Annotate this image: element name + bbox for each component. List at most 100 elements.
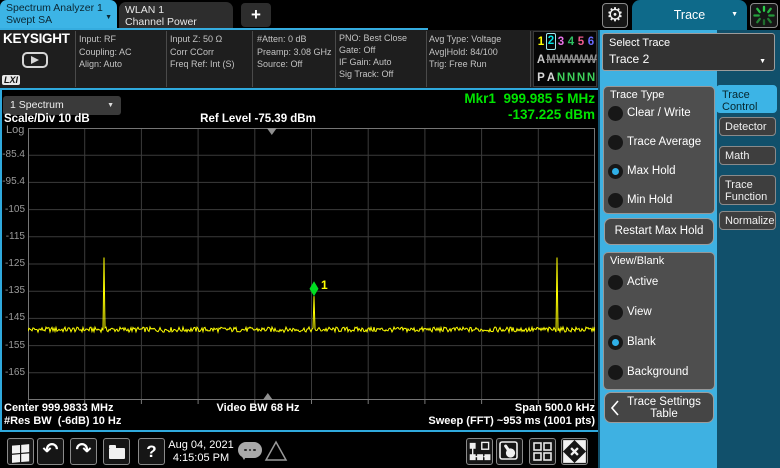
radio-indicator	[608, 135, 623, 150]
window-layout-button[interactable]	[529, 438, 556, 465]
meas-col-input-z[interactable]: Input Z: 50 Ω Corr CCorr Freq Ref: Int (…	[170, 33, 250, 71]
center-freq-label[interactable]: Center 999.9833 MHz	[4, 402, 113, 414]
trace-legend-cell: 4	[566, 33, 576, 51]
radio-blank[interactable]: Blank	[608, 329, 656, 355]
trace-legend-cell: W	[556, 51, 566, 69]
y-axis-label: -165	[0, 367, 25, 378]
trace-legend-cell: W	[566, 51, 576, 69]
radio-indicator	[608, 335, 623, 350]
y-axis-label: -95.4	[0, 176, 25, 187]
spectrum-plot-svg: 1	[28, 128, 595, 406]
redo-button[interactable]: ↷	[70, 438, 97, 465]
radio-max-hold[interactable]: Max Hold	[608, 158, 676, 184]
busy-spinner-icon	[751, 4, 777, 27]
chevron-down-icon: ▼	[731, 0, 738, 30]
view-blank-group: View/Blank Active View Blank Background	[603, 252, 715, 390]
trace-legend-cell: N	[586, 69, 596, 87]
touch-mode-button[interactable]	[496, 438, 523, 465]
touch-hand-icon	[497, 439, 522, 464]
menu-tab-normalize[interactable]: Normalize	[719, 211, 776, 230]
windows-start-button[interactable]	[7, 438, 34, 465]
undo-button[interactable]: ↶	[37, 438, 64, 465]
system-toolbar: ↶ ↷ ? Aug 04, 2021 4:15:05 PM	[0, 432, 598, 468]
keysight-logo: KEYSIGHT	[3, 31, 70, 46]
menu-tab-trace-function[interactable]: Trace Function	[719, 175, 776, 205]
trace-legend-cell: 2	[546, 33, 556, 50]
ref-level-label[interactable]: Ref Level -75.39 dBm	[100, 113, 416, 125]
menu-tab-math[interactable]: Math	[719, 146, 776, 165]
settings-gear-button[interactable]: ⚙	[602, 3, 628, 28]
trace-legend-cell: N	[576, 69, 586, 87]
meas-col-avg[interactable]: Avg Type: Voltage Avg|Hold: 84/100 Trig:…	[429, 33, 528, 71]
meas-col-atten[interactable]: #Atten: 0 dB Preamp: 3.08 GHz Source: Of…	[257, 33, 333, 71]
tab-spectrum-analyzer[interactable]: Spectrum Analyzer 1 Swept SA ▼	[0, 0, 117, 28]
trace-legend-cell: 5	[576, 33, 586, 51]
meas-col-input[interactable]: Input: RF Coupling: AC Align: Auto	[79, 33, 163, 71]
span-label[interactable]: Span 500.0 kHz	[515, 402, 595, 414]
divider	[530, 31, 531, 87]
top-axis-indicator	[267, 128, 277, 135]
redo-icon: ↷	[76, 440, 92, 461]
radio-active[interactable]: Active	[608, 269, 658, 295]
radio-indicator	[608, 365, 623, 380]
screen-tab-bar: Spectrum Analyzer 1 Swept SA ▼ WLAN 1 Ch…	[0, 0, 598, 28]
remote-display-icon	[22, 52, 48, 68]
radio-trace-average[interactable]: Trace Average	[608, 129, 701, 155]
divider	[252, 31, 253, 87]
trace-legend-cell: N	[556, 69, 566, 87]
chevron-down-icon: ▼	[105, 12, 112, 24]
spectrum-plot[interactable]: 1	[28, 128, 595, 406]
divider	[75, 31, 76, 87]
trace-legend-types: AMWWWW	[536, 51, 596, 69]
radio-indicator	[608, 193, 623, 208]
radio-clear-write[interactable]: Clear / Write	[608, 100, 691, 126]
lxi-badge: LXI	[2, 75, 20, 85]
measurement-bar: KEYSIGHT LXI Input: RF Coupling: AC Alig…	[0, 30, 598, 88]
trace-legend[interactable]: 123456 AMWWWW PANNNN	[533, 31, 597, 87]
trace-settings-table-button[interactable]: Trace Settings Table	[604, 392, 714, 423]
annunciator-triangle-icon	[264, 440, 288, 462]
file-button[interactable]	[103, 438, 130, 465]
radio-background[interactable]: Background	[608, 359, 688, 385]
trace-type-group: Trace Type Clear / Write Trace Average M…	[603, 86, 715, 214]
menu-tab-trace-control[interactable]: Trace Control	[716, 85, 777, 113]
restart-max-hold-button[interactable]: Restart Max Hold	[604, 218, 714, 245]
trace-legend-cell: W	[576, 51, 586, 69]
tab-subtitle: Channel Power	[125, 16, 227, 28]
marker-1-diamond	[309, 281, 318, 296]
datetime-display: Aug 04, 2021 4:15:05 PM	[168, 439, 234, 465]
sequence-icon	[467, 439, 492, 464]
spectrum-display: 1 Spectrum ▼ Mkr1 999.985 5 MHz -137.225…	[0, 88, 598, 432]
meas-col-pno[interactable]: PNO: Best Close Gate: Off IF Gain: Auto …	[339, 32, 424, 80]
trace-legend-cell: W	[586, 51, 596, 69]
sequencer-button[interactable]	[466, 438, 493, 465]
sweep-label[interactable]: Sweep (FFT) ~953 ms (1001 pts)	[428, 415, 595, 427]
res-bw-label[interactable]: #Res BW (-6dB) 10 Hz	[4, 415, 121, 427]
busy-indicator-button[interactable]	[750, 3, 778, 28]
help-button[interactable]: ?	[138, 438, 165, 465]
radio-min-hold[interactable]: Min Hold	[608, 187, 672, 213]
radio-view[interactable]: View	[608, 299, 652, 325]
undo-icon: ↶	[43, 440, 59, 461]
tab-subtitle: Swept SA	[6, 14, 111, 26]
add-screen-button[interactable]: +	[241, 3, 271, 27]
video-bw-label[interactable]: Video BW 68 Hz	[100, 402, 416, 414]
divider	[335, 31, 336, 87]
menu-panel: ⚙ Trace ▼ Select Trace Trace 2 ▼ Trace T…	[598, 0, 780, 468]
message-bubble-icon[interactable]	[238, 442, 262, 458]
help-icon: ?	[146, 442, 156, 461]
tab-wlan[interactable]: WLAN 1 Channel Power	[119, 2, 233, 28]
y-axis-label: -155	[0, 340, 25, 351]
fullscreen-button[interactable]	[561, 438, 588, 465]
select-trace-dropdown[interactable]: Select Trace Trace 2 ▼	[602, 33, 775, 71]
divider	[426, 31, 427, 87]
folder-icon	[109, 448, 125, 459]
menu-header-dropdown[interactable]: Trace ▼	[632, 0, 747, 30]
radio-indicator	[608, 305, 623, 320]
trace-legend-cell: P	[536, 69, 546, 87]
menu-tab-detector[interactable]: Detector	[719, 117, 776, 136]
expand-arrows-icon	[562, 439, 587, 464]
y-axis-label: -105	[0, 204, 25, 215]
trace-legend-detectors: PANNNN	[536, 69, 596, 87]
trace-legend-cell: 6	[586, 33, 596, 51]
